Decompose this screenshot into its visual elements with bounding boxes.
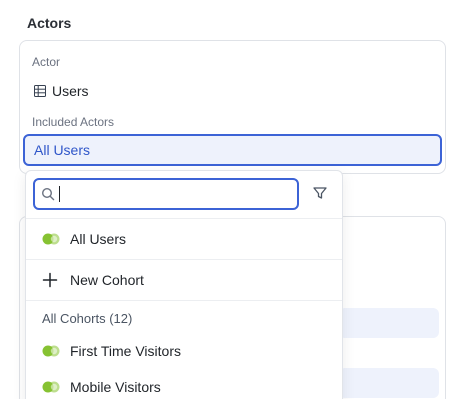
dropdown-item-label: Mobile Visitors <box>70 379 161 395</box>
text-caret <box>59 186 60 202</box>
dropdown-item-new-cohort[interactable]: New Cohort <box>26 260 342 300</box>
dropdown-item-first-time-visitors[interactable]: First Time Visitors <box>26 331 342 371</box>
actor-label: Actor <box>32 55 61 69</box>
search-input[interactable] <box>64 186 284 202</box>
actor-value-label: Users <box>52 83 89 99</box>
cohort-icon <box>42 344 62 358</box>
actors-card: Actor Users Included Actors All Users <box>19 40 446 174</box>
group-label-all-cohorts: All Cohorts (12) <box>42 311 133 326</box>
dropdown-item-label: All Users <box>70 231 127 247</box>
cohort-icon <box>42 232 62 246</box>
search-icon <box>41 187 55 201</box>
dropdown-item-label: First Time Visitors <box>70 343 181 359</box>
plus-icon <box>42 272 62 288</box>
divider <box>26 300 342 301</box>
filter-icon <box>313 187 327 199</box>
included-actors-label: Included Actors <box>32 115 115 129</box>
cohort-icon <box>42 380 62 394</box>
included-actors-select[interactable]: All Users <box>23 134 442 166</box>
dropdown-item-label: New Cohort <box>70 272 144 288</box>
dropdown-search-row <box>26 171 342 218</box>
actor-value[interactable]: Users <box>34 83 89 99</box>
table-icon <box>34 85 46 97</box>
dropdown-item-mobile-visitors[interactable]: Mobile Visitors <box>26 367 342 399</box>
background-field <box>339 368 439 398</box>
filter-button[interactable] <box>310 183 330 203</box>
included-actors-value: All Users <box>34 142 91 158</box>
dropdown-item-all-users[interactable]: All Users <box>26 219 342 259</box>
background-field <box>339 308 439 338</box>
actors-dropdown: All Users New Cohort All Cohorts (12) Fi… <box>25 170 343 399</box>
section-title: Actors <box>27 15 72 31</box>
search-field[interactable] <box>33 178 299 210</box>
